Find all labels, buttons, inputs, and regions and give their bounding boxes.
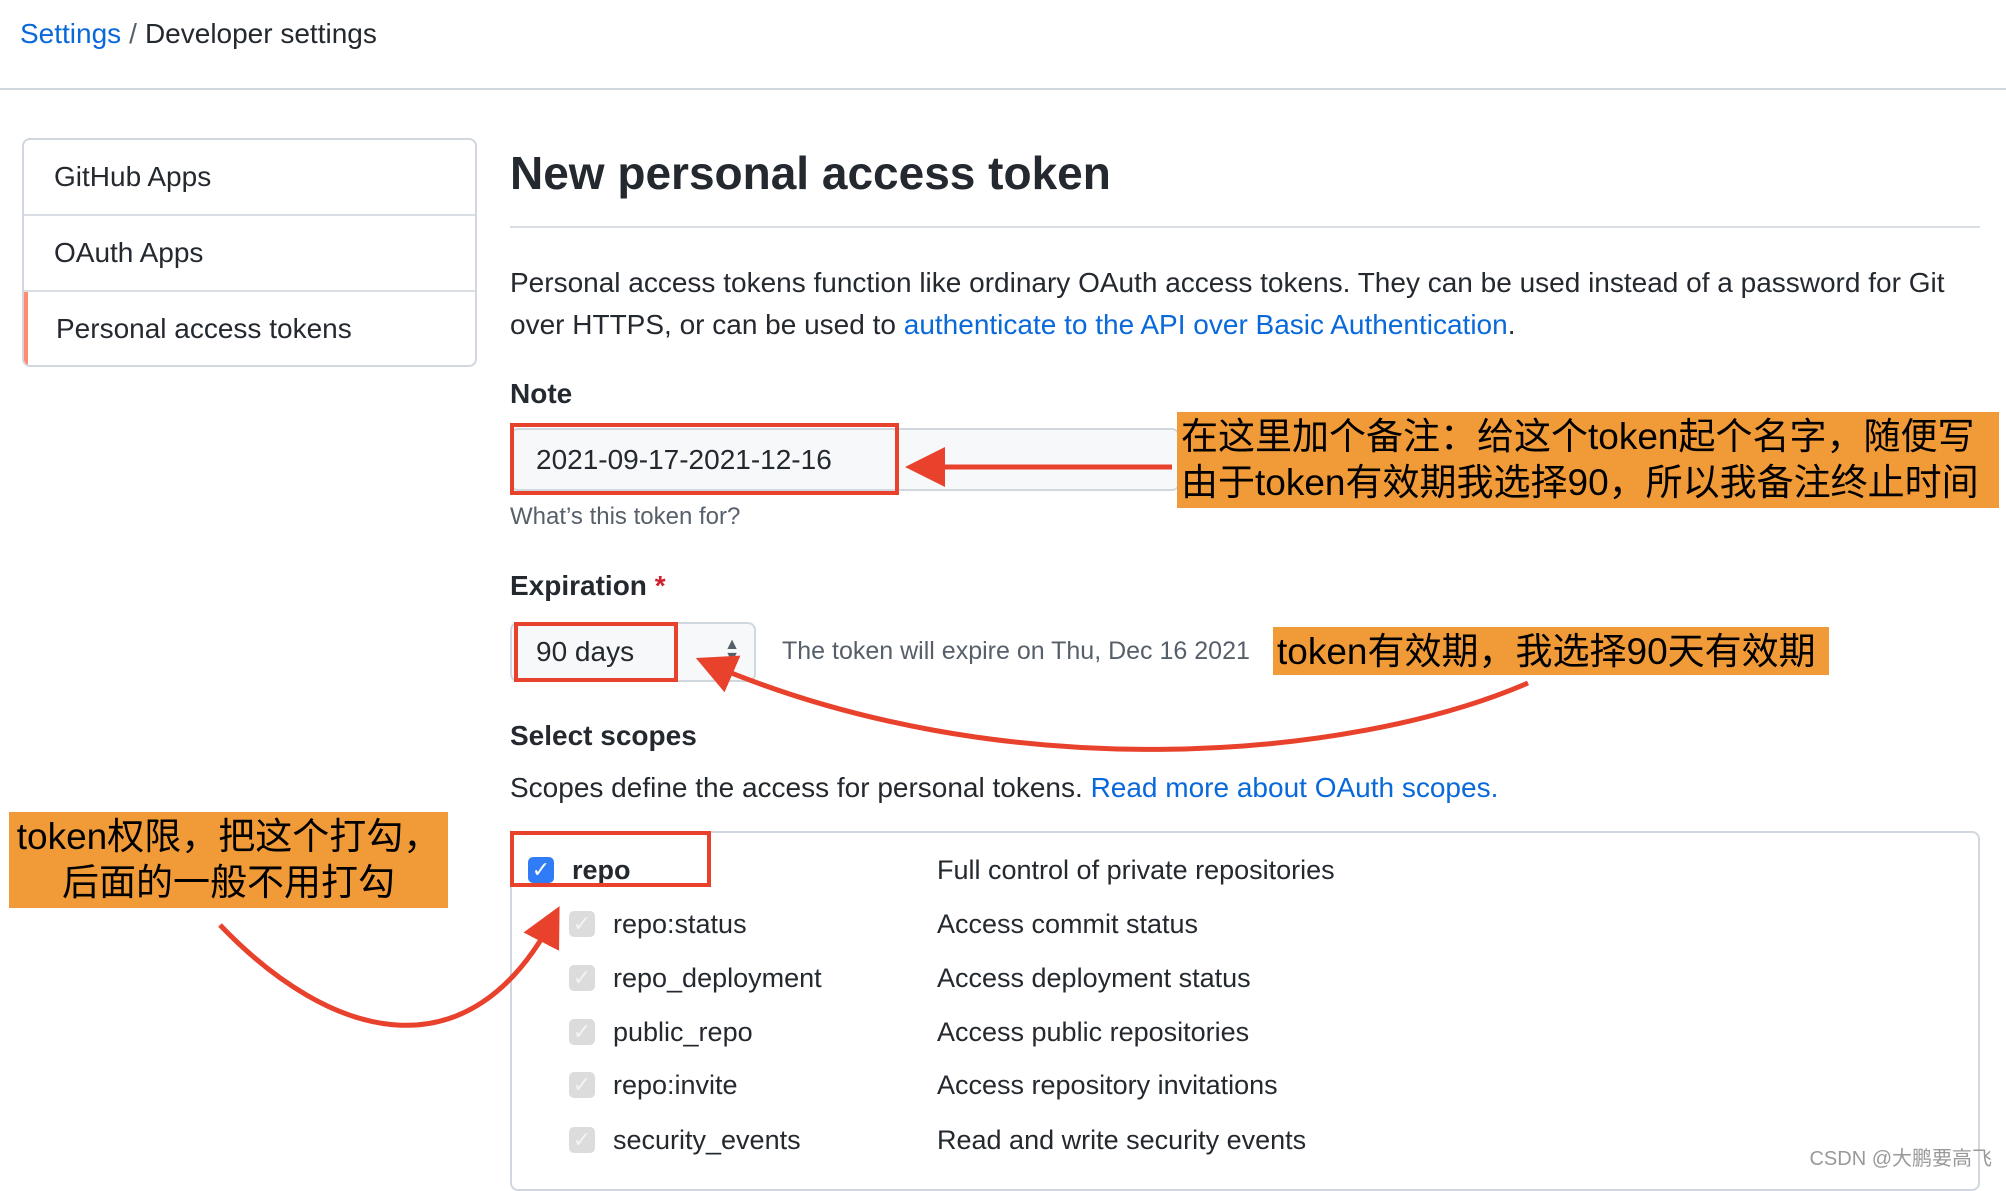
expiration-label: Expiration * (510, 570, 666, 602)
intro-text: Personal access tokens function like ord… (510, 262, 1980, 346)
select-arrows-icon: ▲ ▼ (724, 636, 740, 666)
basic-auth-link[interactable]: authenticate to the API over Basic Authe… (904, 309, 1508, 340)
scope-name: repo:status (613, 909, 747, 939)
note-label: Note (510, 378, 573, 409)
breadcrumb-settings-link[interactable]: Settings (20, 18, 121, 49)
scope-annotation-line2: 后面的一般不用打勾 (62, 862, 395, 903)
oauth-scopes-link[interactable]: Read more about OAuth scopes. (1091, 772, 1499, 803)
scope-name: repo:invite (613, 1070, 738, 1100)
breadcrumb: Settings / Developer settings (20, 18, 377, 50)
expiration-label-text: Expiration (510, 570, 647, 601)
note-annotation: 在这里加个备注：给这个token起个名字，随便写 由于token有效期我选择90，… (1177, 412, 1999, 508)
scope-desc: Full control of private repositories (937, 855, 1335, 885)
sidebar-item-oauth-apps[interactable]: OAuth Apps (24, 216, 475, 292)
scope-arrow (218, 906, 560, 1028)
scope-row-repo: ✓ repo Full control of private repositorie… (512, 850, 1982, 890)
note-help-text: What’s this token for? (510, 503, 741, 530)
scopes-list: ✓ repo Full control of private repositorie… (510, 831, 1980, 1191)
scope-desc: Access deployment status (937, 963, 1251, 993)
scope-checkbox[interactable]: ✓ (569, 1072, 595, 1098)
scope-checkbox[interactable]: ✓ (569, 911, 595, 937)
scope-annotation: token权限，把这个打勾， 后面的一般不用打勾 (9, 812, 448, 908)
scopes-description: Scopes define the access for personal to… (510, 772, 1498, 804)
repo-highlight-box (510, 831, 711, 887)
scope-desc: Access commit status (937, 909, 1199, 939)
scope-name: security_events (613, 1125, 801, 1155)
scope-row: ✓ repo_deployment Access deployment status (512, 958, 1982, 998)
watermark: CSDN @大鹏要高飞 (1809, 1148, 1992, 1170)
scope-checkbox[interactable]: ✓ (569, 1127, 595, 1153)
breadcrumb-current: Developer settings (144, 18, 377, 49)
scopes-desc-text: Scopes define the access for personal to… (510, 772, 1091, 803)
scope-row: ✓ repo:invite Access repository invitation… (512, 1065, 1982, 1105)
scope-desc: Access public repositories (937, 1017, 1250, 1047)
sidebar-item-github-apps[interactable]: GitHub Apps (24, 140, 475, 216)
scope-desc: Access repository invitations (937, 1070, 1278, 1100)
header-divider (0, 88, 2006, 90)
note-annotation-line2: 由于token有效期我选择90，所以我备注终止时间 (1181, 462, 1979, 503)
scope-annotation-line1: token权限，把这个打勾， (16, 816, 441, 857)
expiration-date-text: The token will expire on Thu, Dec 16 202… (782, 637, 1250, 665)
scopes-label: Select scopes (510, 720, 697, 751)
expiration-annotation: token有效期，我选择90天有效期 (1273, 627, 1829, 675)
note-highlight-box (510, 423, 899, 495)
expiration-highlight-box (514, 622, 678, 682)
scope-row: ✓ public_repo Access public repositories (512, 1012, 1982, 1052)
title-divider (510, 226, 1980, 228)
scope-desc: Read and write security events (937, 1125, 1307, 1155)
scope-checkbox[interactable]: ✓ (569, 1019, 595, 1045)
scope-name: repo_deployment (613, 963, 822, 993)
sidebar-item-personal-access-tokens[interactable]: Personal access tokens (24, 292, 475, 365)
note-annotation-line1: 在这里加个备注：给这个token起个名字，随便写 (1181, 416, 1975, 457)
breadcrumb-separator: / (129, 18, 137, 49)
scope-checkbox[interactable]: ✓ (569, 965, 595, 991)
expiration-arrow (695, 655, 1529, 752)
scope-name: public_repo (613, 1017, 753, 1047)
scope-row: ✓ security_events Read and write security … (512, 1120, 1982, 1160)
required-marker: * (654, 570, 666, 601)
sidebar: GitHub Apps OAuth Apps Personal access t… (22, 138, 477, 367)
intro-end: . (1507, 309, 1516, 340)
scope-row: ✓ repo:status Access commit status (512, 904, 1982, 944)
page-title: New personal access token (510, 147, 1111, 199)
